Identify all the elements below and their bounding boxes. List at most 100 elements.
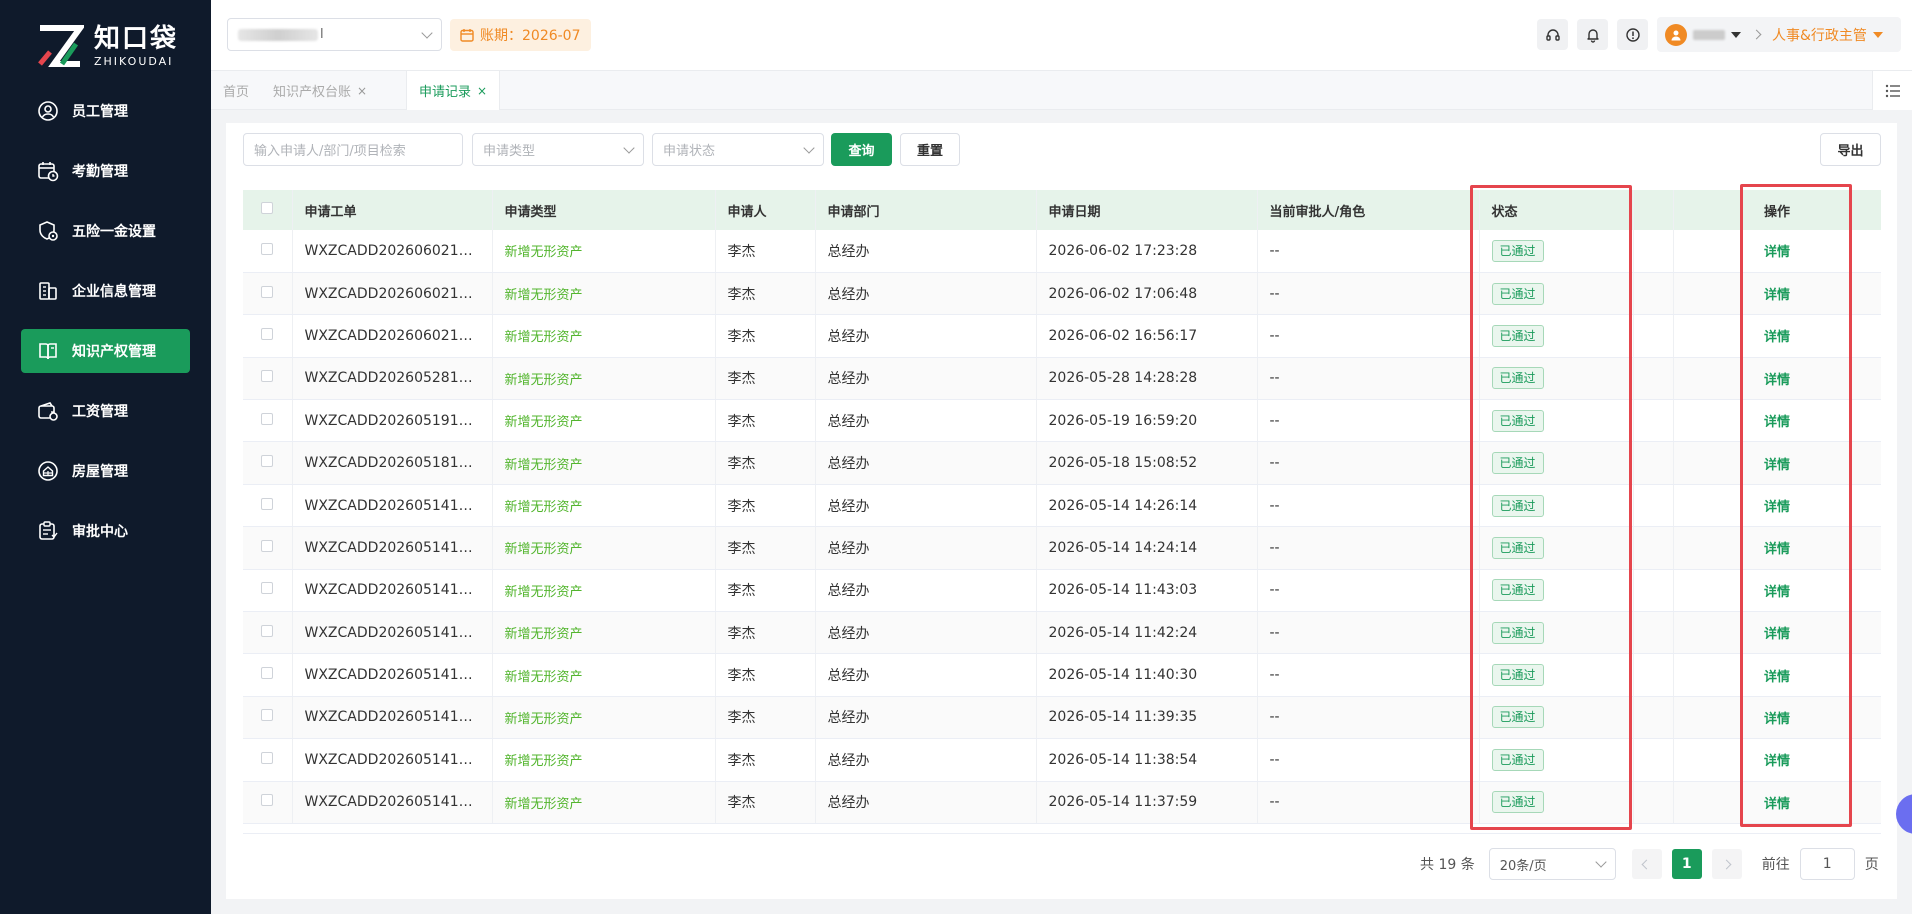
page-size-select[interactable]: 20条/页 bbox=[1488, 848, 1616, 880]
row-checkbox[interactable] bbox=[261, 455, 274, 468]
cell-approver: -- bbox=[1257, 738, 1480, 782]
sidebar-item-0[interactable]: 员工管理 bbox=[21, 89, 190, 133]
sidebar-item-4[interactable]: 知识产权管理 bbox=[21, 329, 190, 373]
row-checkbox[interactable] bbox=[261, 667, 274, 680]
detail-link[interactable]: 详情 bbox=[1764, 330, 1790, 345]
sidebar-item-label: 企业信息管理 bbox=[72, 284, 156, 300]
cell-dept: 总经办 bbox=[815, 696, 1037, 740]
cell-applicant: 李杰 bbox=[715, 738, 816, 782]
export-button[interactable]: 导出 bbox=[1820, 133, 1881, 166]
select-all-checkbox[interactable] bbox=[261, 202, 274, 214]
detail-link[interactable]: 详情 bbox=[1764, 245, 1790, 260]
row-checkbox[interactable] bbox=[261, 582, 274, 595]
status-select[interactable]: 申请状态 bbox=[652, 133, 824, 166]
company-select[interactable]: l bbox=[227, 18, 442, 51]
detail-link[interactable]: 详情 bbox=[1764, 542, 1790, 557]
row-select-cell bbox=[243, 272, 293, 316]
role-label[interactable]: 人事&行政主管 bbox=[1772, 25, 1867, 45]
row-select-cell bbox=[243, 399, 293, 443]
cell-approver: -- bbox=[1257, 611, 1480, 655]
next-page-button[interactable] bbox=[1711, 849, 1742, 879]
role-caret-down-icon[interactable] bbox=[1872, 31, 1883, 38]
cell-actions: 详情 bbox=[1673, 441, 1881, 485]
row-checkbox[interactable] bbox=[261, 242, 274, 255]
query-button[interactable]: 查询 bbox=[831, 133, 892, 166]
tab-ip-ledger[interactable]: 知识产权台账 × bbox=[261, 71, 379, 110]
cell-status: 已通过 bbox=[1479, 441, 1634, 485]
tab-application-records[interactable]: 申请记录 × bbox=[406, 71, 501, 110]
type-select[interactable]: 申请类型 bbox=[472, 133, 644, 166]
cell-approver: -- bbox=[1257, 357, 1480, 401]
cell-date: 2026-05-28 14:28:28 bbox=[1036, 357, 1258, 401]
detail-link[interactable]: 详情 bbox=[1764, 458, 1790, 473]
table-row: WXZCADD2026052814... 新增无形资产 李杰 总经办 2026-05-2… bbox=[243, 357, 1881, 401]
notifications-button[interactable] bbox=[1577, 19, 1608, 50]
sidebar-item-2[interactable]: 五险一金设置 bbox=[21, 209, 190, 253]
cell-spacer bbox=[1633, 230, 1674, 273]
cell-actions: 详情 bbox=[1673, 738, 1881, 782]
detail-link[interactable]: 详情 bbox=[1764, 797, 1790, 812]
pagination: 共 19 条 20条/页 1 前往 1 页 bbox=[1420, 848, 1879, 880]
detail-link[interactable]: 详情 bbox=[1764, 627, 1790, 642]
main-panel: 输入申请人/部门/项目检索 申请类型 申请状态 查询 重置 导出 申请工单 申请… bbox=[226, 123, 1897, 899]
row-checkbox[interactable] bbox=[261, 285, 274, 298]
list-icon bbox=[1885, 84, 1900, 97]
detail-link[interactable]: 详情 bbox=[1764, 712, 1790, 727]
reset-button[interactable]: 重置 bbox=[900, 133, 960, 166]
sidebar-item-5[interactable]: 工资管理 bbox=[21, 389, 190, 433]
cell-spacer bbox=[1633, 781, 1674, 824]
type-text: 新增无形资产 bbox=[504, 669, 583, 685]
brand-logo[interactable]: 知口袋 ZHIKOUDAI bbox=[36, 22, 178, 70]
sidebar-item-3[interactable]: 企业信息管理 bbox=[21, 269, 190, 313]
user-menu[interactable]: 人事&行政主管 bbox=[1657, 17, 1901, 52]
row-checkbox[interactable] bbox=[261, 539, 274, 552]
sidebar-item-label: 员工管理 bbox=[72, 104, 128, 120]
cell-dept: 总经办 bbox=[815, 314, 1037, 358]
support-button[interactable] bbox=[1537, 19, 1568, 50]
sidebar-item-6[interactable]: 房屋管理 bbox=[21, 449, 190, 493]
chevron-right-icon bbox=[1751, 29, 1762, 40]
close-icon[interactable]: × bbox=[357, 84, 367, 98]
cell-date: 2026-05-14 11:39:35 bbox=[1036, 696, 1258, 740]
detail-link[interactable]: 详情 bbox=[1764, 415, 1790, 430]
page-number-current[interactable]: 1 bbox=[1671, 849, 1702, 879]
tab-home[interactable]: 首页 bbox=[211, 71, 261, 110]
row-select-cell bbox=[243, 526, 293, 570]
book-icon bbox=[36, 339, 60, 363]
row-checkbox[interactable] bbox=[261, 370, 274, 383]
goto-prefix: 前往 bbox=[1761, 857, 1790, 873]
caret-down-icon[interactable] bbox=[1731, 31, 1741, 38]
tabs-menu-button[interactable] bbox=[1872, 71, 1912, 110]
row-checkbox[interactable] bbox=[261, 497, 274, 510]
detail-link[interactable]: 详情 bbox=[1764, 373, 1790, 388]
house-icon bbox=[36, 459, 60, 483]
row-checkbox[interactable] bbox=[261, 709, 274, 722]
detail-link[interactable]: 详情 bbox=[1764, 585, 1790, 600]
prev-page-button[interactable] bbox=[1631, 849, 1662, 879]
cell-spacer bbox=[1633, 738, 1674, 782]
sidebar-item-7[interactable]: 审批中心 bbox=[21, 509, 190, 553]
col-header-type: 申请类型 bbox=[492, 190, 716, 230]
row-checkbox[interactable] bbox=[261, 412, 274, 425]
goto-page-input[interactable]: 1 bbox=[1799, 848, 1855, 880]
floating-chat-button[interactable] bbox=[1896, 794, 1912, 834]
sidebar-item-label: 五险一金设置 bbox=[72, 224, 156, 240]
detail-link[interactable]: 详情 bbox=[1764, 288, 1790, 303]
detail-link[interactable]: 详情 bbox=[1764, 500, 1790, 515]
row-checkbox[interactable] bbox=[261, 327, 274, 340]
detail-link[interactable]: 详情 bbox=[1764, 670, 1790, 685]
detail-link[interactable]: 详情 bbox=[1764, 754, 1790, 769]
status-badge: 已通过 bbox=[1491, 579, 1544, 602]
close-icon[interactable]: × bbox=[477, 84, 487, 98]
info-button[interactable] bbox=[1617, 19, 1648, 50]
table-row: WXZCADD2026051414... 新增无形资产 李杰 总经办 2026-05-1… bbox=[243, 526, 1881, 570]
cell-applicant: 李杰 bbox=[715, 569, 816, 613]
period-badge[interactable]: 账期：2026-07 bbox=[450, 19, 591, 51]
sidebar-item-1[interactable]: 考勤管理 bbox=[21, 149, 190, 193]
row-checkbox[interactable] bbox=[261, 751, 274, 764]
cell-applicant: 李杰 bbox=[715, 357, 816, 401]
row-checkbox[interactable] bbox=[261, 624, 274, 637]
type-text: 新增无形资产 bbox=[504, 500, 583, 516]
row-checkbox[interactable] bbox=[261, 794, 274, 807]
search-input[interactable]: 输入申请人/部门/项目检索 bbox=[243, 133, 463, 166]
